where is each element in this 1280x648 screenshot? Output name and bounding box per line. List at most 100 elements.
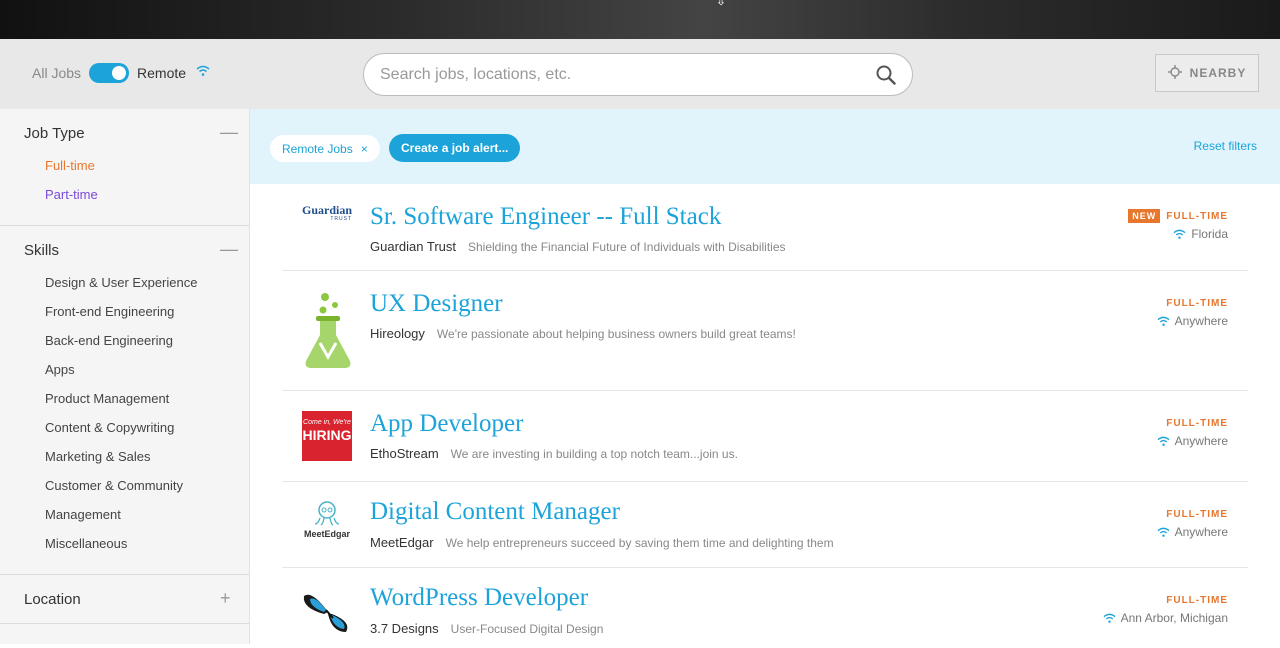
butterfly-logo-icon (302, 588, 354, 641)
filter-full-time[interactable]: Full-time (45, 157, 249, 186)
nearby-button[interactable]: NEARBY (1155, 54, 1259, 92)
job-type: FULL-TIME (1166, 509, 1228, 520)
section-title: Skills (24, 242, 60, 259)
job-title-link[interactable]: App Developer (370, 410, 523, 438)
location-section: Location + (0, 575, 249, 624)
reset-filters-link[interactable]: Reset filters (1194, 139, 1257, 153)
crosshair-icon (1167, 64, 1182, 82)
logo-text: MeetEdgar (303, 529, 350, 539)
job-type-header[interactable]: Job Type — (0, 109, 249, 157)
wifi-icon (1157, 316, 1170, 326)
job-row[interactable]: WordPress Developer 3.7 Designs User-Foc… (282, 568, 1248, 648)
logo-text: Come in, We're (303, 419, 351, 426)
job-title-link[interactable]: UX Designer (370, 290, 503, 318)
hiring-logo: Come in, We're HIRING (302, 411, 352, 461)
company-tagline: Shielding the Financial Future of Indivi… (468, 240, 786, 254)
company-tagline: We are investing in building a top notch… (450, 447, 738, 461)
job-location: Anywhere (1157, 525, 1228, 539)
job-list: Guardian TRUST Sr. Software Engineer -- … (282, 184, 1248, 648)
hero-banner: ⇩ (0, 0, 1280, 39)
job-meta: Guardian Trust Shielding the Financial F… (370, 239, 786, 254)
wifi-icon (196, 64, 210, 82)
job-title-link[interactable]: WordPress Developer (370, 584, 588, 612)
skill-item[interactable]: Customer & Community (45, 477, 249, 506)
company-tagline: We're passionate about helping business … (436, 327, 796, 341)
company-name[interactable]: Guardian Trust (370, 239, 456, 254)
skill-item[interactable]: Front-end Engineering (45, 303, 249, 332)
skills-header[interactable]: Skills — (0, 226, 249, 274)
section-title: Job Type (24, 125, 85, 142)
search-box (363, 53, 913, 96)
remote-switch[interactable] (89, 63, 130, 83)
remove-filter-icon[interactable]: × (361, 142, 368, 156)
location-text: Anywhere (1174, 525, 1228, 539)
job-info: NEW FULL-TIME Florida (1128, 206, 1228, 241)
job-row[interactable]: Guardian TRUST Sr. Software Engineer -- … (282, 184, 1248, 271)
company-name[interactable]: MeetEdgar (370, 535, 434, 550)
filter-chip-remote[interactable]: Remote Jobs × (270, 135, 380, 162)
wifi-icon (1103, 613, 1116, 623)
location-header[interactable]: Location + (0, 575, 249, 623)
nearby-label: NEARBY (1189, 66, 1247, 80)
job-title-link[interactable]: Sr. Software Engineer -- Full Stack (370, 203, 721, 231)
company-logo: Guardian TRUST (302, 204, 352, 228)
new-badge: NEW (1128, 209, 1161, 223)
job-type: FULL-TIME (1166, 298, 1228, 309)
job-location: Anywhere (1157, 434, 1228, 448)
active-filters-bar: Remote Jobs × Create a job alert... Rese… (250, 109, 1280, 184)
skill-item[interactable]: Content & Copywriting (45, 419, 249, 448)
job-title-link[interactable]: Digital Content Manager (370, 498, 620, 526)
create-job-alert-button[interactable]: Create a job alert... (389, 134, 521, 162)
job-info: FULL-TIME Anywhere (1157, 504, 1228, 539)
company-name[interactable]: EthoStream (370, 446, 439, 461)
flask-logo-icon (302, 291, 354, 376)
meetedgar-logo: MeetEdgar (302, 500, 352, 539)
job-row[interactable]: MeetEdgar Digital Content Manager MeetEd… (282, 482, 1248, 568)
collapse-icon[interactable]: — (220, 239, 238, 260)
skill-item[interactable]: Back-end Engineering (45, 332, 249, 361)
sidebar: Job Type — Full-time Part-time Skills — … (0, 109, 250, 644)
job-meta: 3.7 Designs User-Focused Digital Design (370, 621, 603, 636)
all-jobs-label[interactable]: All Jobs (32, 65, 81, 81)
wifi-icon (1157, 527, 1170, 537)
location-text: Anywhere (1174, 314, 1228, 328)
location-text: Florida (1191, 227, 1228, 241)
logo-text: Guardian (302, 203, 353, 217)
company-name[interactable]: 3.7 Designs (370, 621, 439, 636)
job-meta: Hireology We're passionate about helping… (370, 326, 796, 341)
job-type-section: Job Type — Full-time Part-time (0, 109, 249, 226)
search-icon[interactable] (876, 65, 896, 90)
job-info: FULL-TIME Anywhere (1157, 413, 1228, 448)
octopus-icon (314, 501, 340, 526)
wifi-icon (1173, 229, 1186, 239)
company-name[interactable]: Hireology (370, 326, 425, 341)
location-text: Anywhere (1174, 434, 1228, 448)
scroll-down-icon[interactable]: ⇩ (716, 0, 726, 8)
skill-item[interactable]: Miscellaneous (45, 535, 249, 564)
collapse-icon[interactable]: — (220, 122, 238, 143)
skill-item[interactable]: Management (45, 506, 249, 535)
job-row[interactable]: UX Designer Hireology We're passionate a… (282, 271, 1248, 391)
skill-item[interactable]: Design & User Experience (45, 274, 249, 303)
location-text: Ann Arbor, Michigan (1120, 611, 1228, 625)
job-type: FULL-TIME (1166, 211, 1228, 222)
chip-label: Remote Jobs (282, 141, 353, 156)
job-location: Florida (1128, 227, 1228, 241)
job-row[interactable]: Come in, We're HIRING App Developer Etho… (282, 391, 1248, 482)
skill-item[interactable]: Product Management (45, 390, 249, 419)
filter-part-time[interactable]: Part-time (45, 186, 249, 215)
job-meta: MeetEdgar We help entrepreneurs succeed … (370, 535, 834, 550)
job-type: FULL-TIME (1166, 595, 1228, 606)
switch-knob (112, 66, 127, 80)
skill-item[interactable]: Apps (45, 361, 249, 390)
expand-icon[interactable]: + (220, 588, 231, 609)
search-input[interactable] (380, 64, 860, 86)
company-tagline: We help entrepreneurs succeed by saving … (445, 536, 834, 550)
skills-section: Skills — Design & User Experience Front-… (0, 226, 249, 575)
job-info: FULL-TIME Anywhere (1157, 293, 1228, 328)
remote-label[interactable]: Remote (137, 65, 186, 81)
logo-subtext: HIRING (302, 427, 352, 443)
skill-item[interactable]: Marketing & Sales (45, 448, 249, 477)
section-title: Location (24, 591, 81, 608)
job-meta: EthoStream We are investing in building … (370, 446, 738, 461)
